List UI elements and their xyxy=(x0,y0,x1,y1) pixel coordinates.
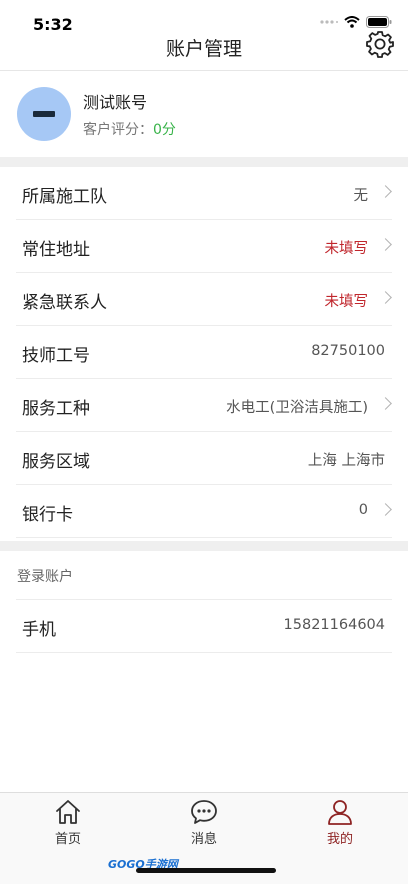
row-value: 15821164604 xyxy=(283,617,385,633)
info-row[interactable]: 服务工种 水电工(卫浴洁具施工) xyxy=(16,379,392,432)
chevron-right-icon xyxy=(379,238,392,251)
profile-card[interactable]: 测试账号 客户评分：0分 xyxy=(0,71,408,157)
row-value: 未填写 xyxy=(324,241,369,257)
signal-icon xyxy=(320,20,338,24)
row-label: 手机 xyxy=(22,620,56,640)
login-section-header: 登录账户 xyxy=(17,569,73,585)
avatar-chip xyxy=(33,111,55,117)
info-row[interactable]: 银行卡 0 xyxy=(16,485,392,538)
row-value: 0 xyxy=(358,502,368,518)
wifi-icon xyxy=(344,16,360,28)
tab-messages-label: 消息 xyxy=(190,832,217,847)
page-title: 账户管理 xyxy=(165,38,242,60)
row-value: 水电工(卫浴洁具施工) xyxy=(226,400,368,416)
tab-mine-label: 我的 xyxy=(326,832,353,847)
home-icon xyxy=(56,800,80,824)
row-label: 技师工号 xyxy=(22,346,90,366)
info-row[interactable]: 服务区域 上海 上海市 xyxy=(16,432,392,485)
tab-messages[interactable]: 消息 xyxy=(169,799,239,847)
chevron-right-icon xyxy=(379,397,392,410)
row-label: 所属施工队 xyxy=(22,187,107,207)
login-list: 手机 15821164604 xyxy=(0,600,408,653)
status-icons xyxy=(320,16,392,28)
row-value: 82750100 xyxy=(311,343,385,359)
home-indicator[interactable] xyxy=(136,868,276,873)
user-icon xyxy=(328,800,352,825)
message-icon xyxy=(191,800,217,824)
status-time: 5:32 xyxy=(33,15,73,34)
row-label: 服务区域 xyxy=(22,452,90,472)
row-value: 无 xyxy=(353,188,369,204)
info-row[interactable]: 所属施工队 无 xyxy=(16,167,392,220)
info-row[interactable]: 常住地址 未填写 xyxy=(16,220,392,273)
login-row[interactable]: 手机 15821164604 xyxy=(16,600,392,653)
tab-home[interactable]: 首页 xyxy=(33,799,103,847)
tab-mine[interactable]: 我的 xyxy=(305,799,375,847)
rating-label: 客户评分： xyxy=(83,122,153,138)
row-label: 银行卡 xyxy=(22,505,73,525)
info-row[interactable]: 技师工号 82750100 xyxy=(16,326,392,379)
info-list: 所属施工队无常住地址 未填写 紧急联系人 未填写 技师工号 82750100 服务工种 水电工… xyxy=(0,167,408,538)
row-value: 未填写 xyxy=(324,294,369,310)
section-gap xyxy=(0,541,408,551)
chevron-right-icon xyxy=(379,185,392,198)
nav-bar: 账户管理 xyxy=(0,31,408,70)
profile-name: 测试账号 xyxy=(83,93,148,112)
row-value: 上海 上海市 xyxy=(307,453,385,469)
battery-icon xyxy=(366,16,392,28)
gear-icon[interactable] xyxy=(366,30,394,58)
info-row[interactable]: 紧急联系人 未填写 xyxy=(16,273,392,326)
row-label: 常住地址 xyxy=(22,240,90,260)
rating-value: 0分 xyxy=(153,122,176,138)
chevron-right-icon xyxy=(379,503,392,516)
profile-rating: 客户评分：0分 xyxy=(83,119,176,139)
tab-home-label: 首页 xyxy=(54,832,81,847)
row-label: 紧急联系人 xyxy=(22,293,107,313)
section-gap xyxy=(0,157,408,167)
chevron-right-icon xyxy=(379,291,392,304)
avatar[interactable] xyxy=(17,87,71,141)
row-label: 服务工种 xyxy=(22,399,90,419)
